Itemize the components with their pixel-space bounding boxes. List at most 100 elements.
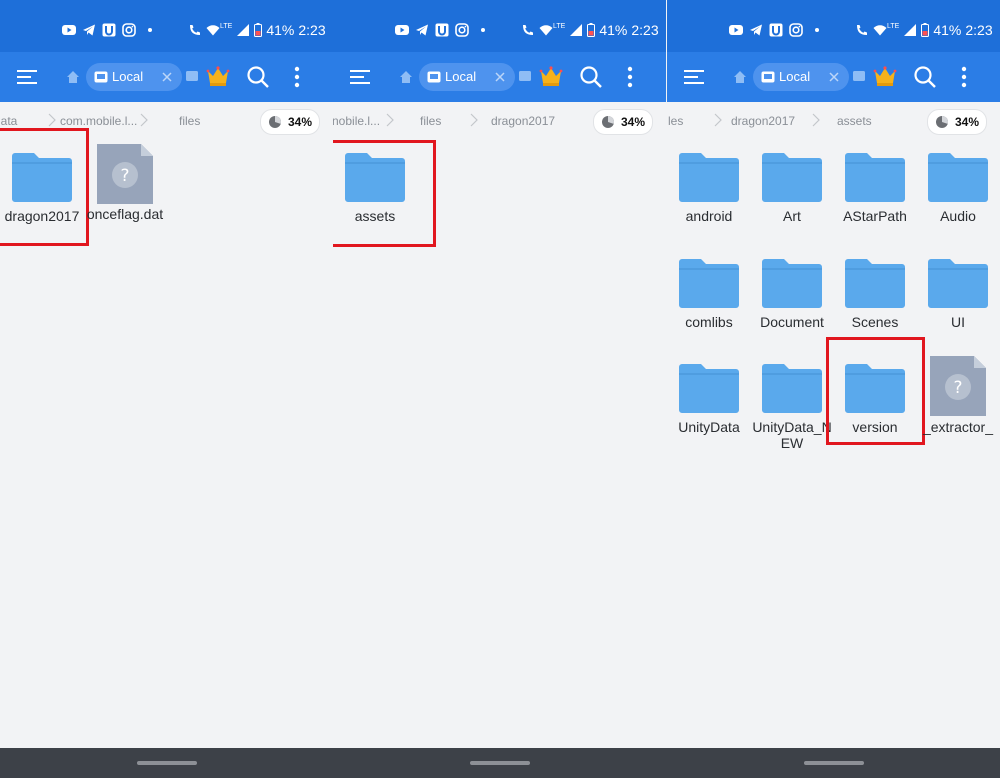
app-u-notification-icon: [769, 23, 783, 37]
folder-item[interactable]: UnityData_NEW: [752, 359, 832, 451]
item-name: AStarPath: [843, 208, 907, 224]
folder-item[interactable]: Document: [752, 254, 832, 334]
hamburger-menu-button[interactable]: [14, 64, 40, 90]
app-toolbar: Local: [0, 52, 333, 102]
crown-icon[interactable]: [539, 64, 563, 88]
folder-item[interactable]: Art: [752, 148, 832, 228]
chevron-right-icon: [48, 113, 56, 127]
close-tab-icon[interactable]: [160, 70, 174, 84]
storage-pie-icon: [602, 115, 615, 128]
more-options-button[interactable]: [290, 64, 304, 90]
phone-storage-icon: [761, 71, 775, 83]
hamburger-menu-button[interactable]: [347, 64, 373, 90]
chevron-right-icon: [812, 113, 820, 127]
network-type-label: LTE: [220, 22, 233, 30]
home-icon[interactable]: [399, 70, 413, 84]
unknown-file-icon: ?: [930, 356, 986, 416]
window-icon[interactable]: [853, 71, 865, 81]
highlight-box: [0, 128, 89, 246]
folder-item[interactable]: Audio: [918, 148, 998, 228]
more-notifications-dot: [815, 28, 819, 32]
storage-usage-badge[interactable]: 34%: [927, 109, 987, 135]
home-gesture-handle[interactable]: [137, 761, 197, 765]
breadcrumb-segment[interactable]: dragon2017: [731, 114, 795, 128]
breadcrumb-segment[interactable]: lata: [0, 114, 17, 128]
status-bar: LTE 41% 2:23: [0, 0, 333, 52]
close-tab-icon[interactable]: [493, 70, 507, 84]
more-notifications-dot: [481, 28, 485, 32]
storage-usage-badge[interactable]: 34%: [593, 109, 653, 135]
search-button[interactable]: [913, 65, 937, 89]
breadcrumb-segment[interactable]: files: [420, 114, 441, 128]
breadcrumb-segment[interactable]: dragon2017: [491, 114, 555, 128]
tab-local[interactable]: Local: [753, 63, 849, 91]
chevron-right-icon: [386, 113, 394, 127]
folder-item[interactable]: comlibs: [669, 254, 749, 334]
folder-item[interactable]: Scenes: [835, 254, 915, 334]
clock: 2:23: [631, 22, 659, 38]
clock: 2:23: [298, 22, 326, 38]
app-u-notification-icon: [102, 23, 116, 37]
breadcrumb-segment[interactable]: les: [668, 114, 683, 128]
folder-icon: [928, 259, 988, 308]
search-button[interactable]: [579, 65, 603, 89]
close-tab-icon[interactable]: [827, 70, 841, 84]
storage-pie-icon: [936, 115, 949, 128]
breadcrumb-segment[interactable]: files: [179, 114, 200, 128]
battery-percent: 41%: [933, 22, 962, 38]
crown-icon[interactable]: [206, 64, 230, 88]
file-manager-panel-3: LTE 41% 2:23 Local les dragon2017 assets…: [667, 0, 1000, 748]
home-icon[interactable]: [66, 70, 80, 84]
window-icon[interactable]: [519, 71, 531, 81]
storage-usage-badge[interactable]: 34%: [260, 109, 320, 135]
breadcrumb-segment[interactable]: com.mobile.l...: [60, 114, 137, 128]
instagram-notification-icon: [789, 23, 803, 37]
folder-item[interactable]: UnityData: [669, 359, 749, 451]
app-u-notification-icon: [435, 23, 449, 37]
file-item[interactable]: ? onceflag.dat: [85, 144, 165, 240]
breadcrumb-segment[interactable]: nobile.l...: [333, 114, 380, 128]
highlight-box: [826, 337, 925, 445]
more-notifications-dot: [148, 28, 152, 32]
folder-icon: [845, 259, 905, 308]
search-button[interactable]: [246, 65, 270, 89]
signal-strength-icon: [904, 24, 917, 36]
battery-percent: 41%: [599, 22, 628, 38]
folder-icon: [679, 153, 739, 202]
question-mark-glyph: ?: [120, 166, 129, 186]
item-name: Document: [760, 314, 824, 330]
chevron-right-icon: [714, 113, 722, 127]
home-icon[interactable]: [733, 70, 747, 84]
more-options-button[interactable]: [623, 64, 637, 90]
folder-item[interactable]: android: [669, 148, 749, 228]
instagram-notification-icon: [455, 23, 469, 37]
status-bar: LTE 41% 2:23: [667, 0, 1000, 52]
folder-item[interactable]: AStarPath: [835, 148, 915, 228]
tab-local[interactable]: Local: [86, 63, 182, 91]
highlight-box: [333, 140, 436, 247]
tab-local[interactable]: Local: [419, 63, 515, 91]
wifi-icon: [206, 25, 220, 36]
folder-icon: [762, 259, 822, 308]
phone-storage-icon: [427, 71, 441, 83]
youtube-notification-icon: [729, 25, 743, 35]
window-icon[interactable]: [186, 71, 198, 81]
home-gesture-handle[interactable]: [470, 761, 530, 765]
folder-icon: [928, 153, 988, 202]
home-gesture-handle[interactable]: [804, 761, 864, 765]
folder-item[interactable]: UI: [918, 254, 998, 334]
breadcrumb-segment[interactable]: assets: [837, 114, 872, 128]
hamburger-menu-button[interactable]: [681, 64, 707, 90]
item-name: android: [685, 208, 733, 224]
signal-strength-icon: [570, 24, 583, 36]
network-type-label: LTE: [887, 22, 900, 30]
telegram-notification-icon: [416, 24, 428, 36]
wifi-icon: [873, 25, 887, 36]
file-item[interactable]: ? _extractor_: [918, 356, 998, 450]
crown-icon[interactable]: [873, 64, 897, 88]
storage-percent: 34%: [621, 115, 646, 129]
more-options-button[interactable]: [957, 64, 971, 90]
folder-icon: [679, 364, 739, 413]
tab-label: Local: [445, 69, 477, 84]
clock: 2:23: [965, 22, 993, 38]
